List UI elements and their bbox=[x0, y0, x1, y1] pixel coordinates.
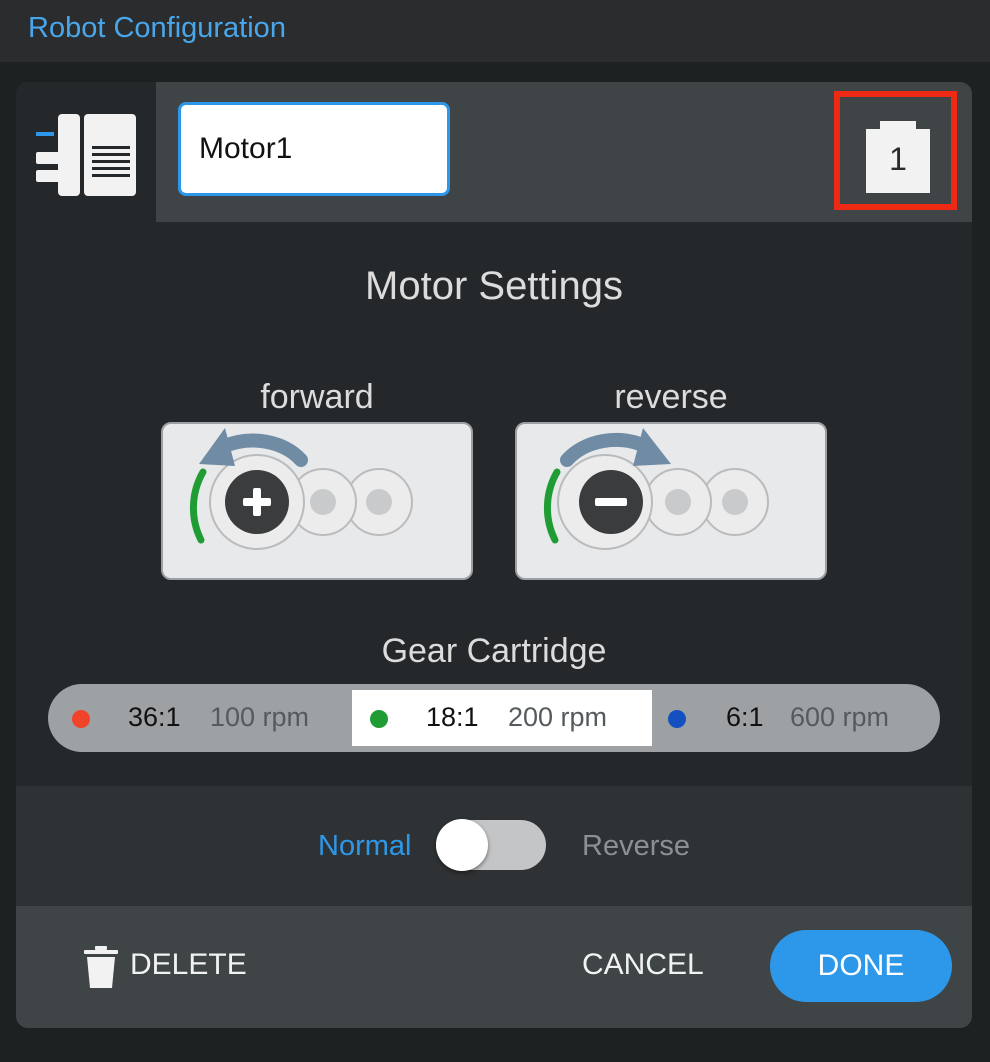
gear-ratio: 18:1 bbox=[426, 702, 479, 732]
footer-bar: DELETE CANCEL DONE bbox=[16, 906, 972, 1028]
toggle-knob[interactable] bbox=[436, 819, 488, 871]
polarity-toggle-row: Normal Reverse bbox=[16, 786, 972, 906]
gear-option-6-1[interactable]: 6:1 600 rpm bbox=[656, 690, 940, 746]
normal-label[interactable]: Normal bbox=[318, 830, 411, 863]
motor-device-icon bbox=[36, 114, 136, 196]
gear-option-36-1[interactable]: 36:1 100 rpm bbox=[48, 690, 348, 746]
device-name-input[interactable] bbox=[178, 102, 450, 196]
forward-button[interactable] bbox=[161, 422, 473, 580]
done-button[interactable]: DONE bbox=[770, 930, 952, 1002]
gear-rpm: 100 rpm bbox=[210, 702, 310, 732]
title-bar: Robot Configuration bbox=[0, 0, 990, 62]
port-selector[interactable]: 1 bbox=[834, 91, 957, 210]
motor-settings-title: Motor Settings bbox=[365, 264, 623, 308]
gear-ratio: 6:1 bbox=[726, 702, 764, 732]
reverse-label: reverse bbox=[614, 378, 728, 416]
gear-option-18-1[interactable]: 18:1 200 rpm bbox=[352, 690, 652, 746]
gear-cartridge-selector: 36:1 100 rpm 18:1 200 rpm 6:1 600 rpm bbox=[48, 684, 940, 752]
green-dot-icon bbox=[370, 710, 388, 728]
gear-cartridge-title: Gear Cartridge bbox=[381, 632, 607, 670]
motor-config-panel: 1 Motor Settings forward reverse bbox=[16, 82, 972, 1028]
gear-rpm: 200 rpm bbox=[508, 702, 608, 732]
polarity-toggle[interactable] bbox=[436, 819, 546, 871]
delete-label: DELETE bbox=[130, 948, 247, 981]
reverse-polarity-label[interactable]: Reverse bbox=[582, 830, 690, 863]
reverse-button[interactable] bbox=[515, 422, 827, 580]
cancel-button[interactable]: CANCEL bbox=[582, 948, 704, 982]
forward-label: forward bbox=[260, 378, 374, 416]
forward-motor-icon bbox=[189, 428, 413, 550]
gear-rpm: 600 rpm bbox=[790, 702, 890, 732]
app-title: Robot Configuration bbox=[28, 12, 286, 44]
gear-ratio: 36:1 bbox=[128, 702, 181, 732]
port-number: 1 bbox=[889, 141, 907, 177]
trash-icon bbox=[84, 946, 118, 988]
red-dot-icon bbox=[72, 710, 90, 728]
blue-dot-icon bbox=[668, 710, 686, 728]
reverse-motor-icon bbox=[543, 428, 769, 550]
device-icon-area bbox=[16, 82, 156, 222]
device-header: 1 bbox=[156, 82, 972, 222]
